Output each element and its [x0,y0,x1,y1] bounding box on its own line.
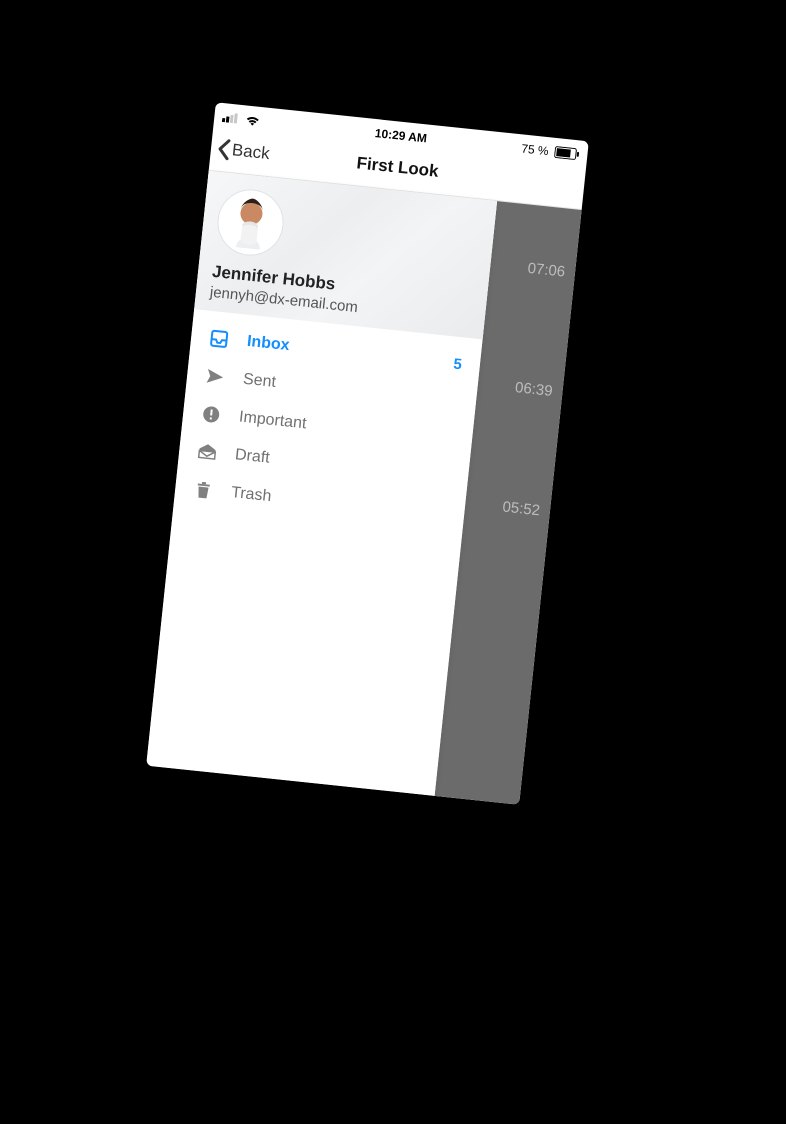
folder-list: Inbox 5 Sent [173,309,483,544]
wifi-icon [245,114,261,127]
signal-icon [222,112,240,124]
phone-frame: 10:29 AM 75 % B [146,102,589,805]
trash-icon [192,480,214,500]
mail-time: 07:06 [527,260,566,281]
avatar [214,186,287,259]
mail-time: 05:52 [502,498,541,519]
inbox-icon [208,329,230,349]
back-button[interactable]: Back [210,137,271,165]
folder-count: 5 [453,355,463,373]
important-icon [200,404,222,424]
mail-time: 06:39 [514,379,553,400]
draft-icon [196,442,218,462]
back-label: Back [231,140,271,164]
battery-percent: 75 % [521,141,550,158]
chevron-left-icon [216,138,231,161]
battery-icon [554,146,580,161]
sent-icon [204,367,226,387]
